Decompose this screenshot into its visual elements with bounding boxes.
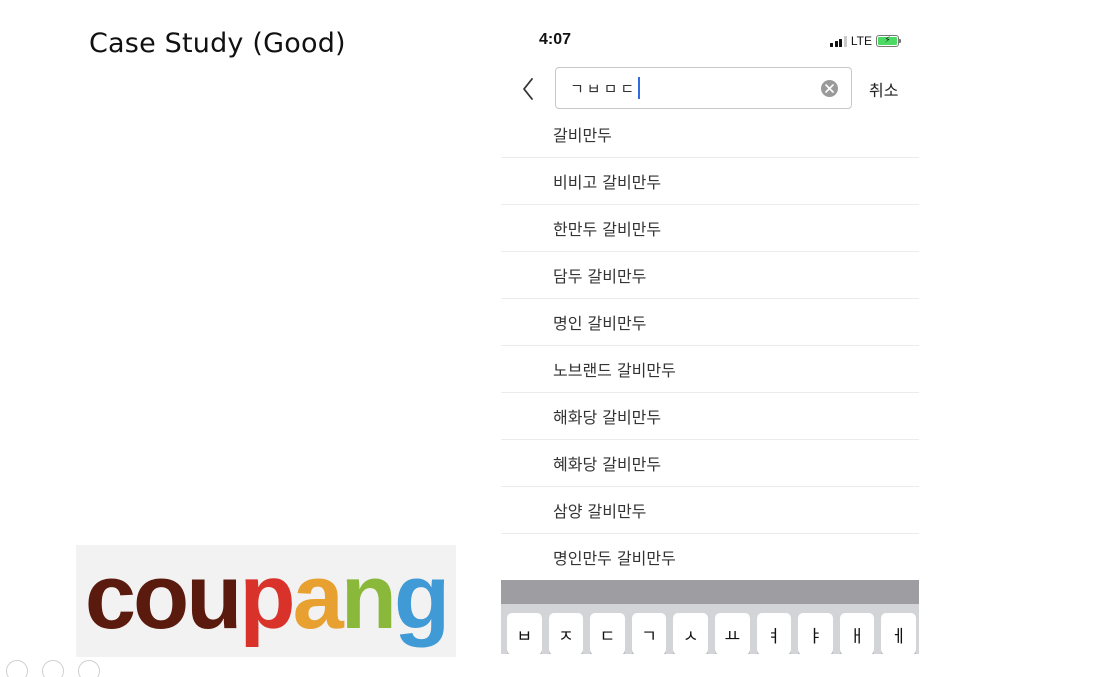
suggestion-item[interactable]: 한만두 갈비만두: [501, 205, 919, 252]
logo-letter: n: [340, 546, 397, 648]
keyboard-key[interactable]: ㅈ: [548, 613, 584, 654]
bolt-icon: ⚡: [884, 35, 891, 46]
keyboard-key[interactable]: ㅂ: [507, 613, 542, 654]
suggestion-item[interactable]: 비비고 갈비만두: [501, 158, 919, 205]
signal-icon: [830, 35, 847, 47]
chevron-left-icon: [523, 78, 533, 100]
logo-letter: c: [84, 546, 136, 648]
slide-control-dot[interactable]: [6, 660, 28, 677]
search-query: ㄱㅂㅁㄷ: [570, 79, 638, 98]
text-caret: [638, 77, 641, 99]
keyboard-row-1: ㅂㅈㄷㄱㅅㅛㅕㅑㅐㅔ: [501, 604, 919, 654]
signal-bar: [834, 40, 838, 47]
suggestion-item[interactable]: 삼양 갈비만두: [501, 487, 919, 534]
suggestion-item[interactable]: 해화당 갈비만두: [501, 393, 919, 440]
cancel-button[interactable]: 취소: [869, 77, 898, 101]
slide-controls: [6, 660, 100, 677]
keyboard-key[interactable]: ㄱ: [631, 613, 667, 654]
suggestion-item[interactable]: 담두 갈비만두: [501, 252, 919, 299]
phone-screenshot: 4:07 LTE ⚡ ㄱㅂㅁㄷ 취소 갈비만두 비비고 갈비만두 한만두 갈비만…: [501, 22, 919, 654]
logo-wordmark: coupang: [85, 551, 450, 643]
status-bar: 4:07 LTE ⚡: [501, 22, 919, 60]
suggestion-list: 갈비만두 비비고 갈비만두 한만두 갈비만두 담두 갈비만두 명인 갈비만두 노브랜드 갈…: [501, 111, 919, 581]
suggestion-item[interactable]: 명인 갈비만두: [501, 299, 919, 346]
keyboard-key[interactable]: ㅛ: [714, 613, 750, 654]
signal-bar: [830, 42, 834, 47]
clear-circle-icon: [825, 84, 834, 93]
status-indicators: LTE ⚡: [830, 34, 901, 48]
logo-letter: g: [393, 546, 450, 648]
keyboard: ㅂㅈㄷㄱㅅㅛㅕㅑㅐㅔ: [501, 580, 919, 654]
suggestion-item[interactable]: 명인만두 갈비만두: [501, 534, 919, 581]
keyboard-key[interactable]: ㅐ: [839, 613, 875, 654]
slide-title: Case Study (Good): [89, 28, 346, 59]
suggestion-item[interactable]: 노브랜드 갈비만두: [501, 346, 919, 393]
suggestion-item[interactable]: 갈비만두: [501, 111, 919, 158]
keyboard-key[interactable]: ㅔ: [881, 613, 916, 654]
keyboard-key[interactable]: ㄷ: [590, 613, 625, 654]
logo-letter: u: [186, 546, 242, 648]
slide-control-dot[interactable]: [42, 660, 64, 677]
keyboard-key[interactable]: ㅕ: [756, 613, 792, 654]
logo-letter: p: [239, 546, 295, 648]
search-header: ㄱㅂㅁㄷ 취소: [501, 66, 919, 112]
clear-search-button[interactable]: [821, 80, 838, 97]
keyboard-key[interactable]: ㅅ: [673, 613, 708, 654]
keyboard-key[interactable]: ㅑ: [798, 613, 833, 654]
battery-fill: ⚡: [878, 35, 897, 46]
signal-bar: [839, 38, 843, 47]
network-label: LTE: [850, 34, 872, 48]
keyboard-toolbar: [501, 580, 919, 604]
back-button[interactable]: [517, 74, 539, 104]
logo-letter: a: [292, 546, 344, 648]
search-field[interactable]: ㄱㅂㅁㄷ: [555, 67, 852, 109]
suggestion-item[interactable]: 혜화당 갈비만두: [501, 440, 919, 487]
status-time: 4:07: [539, 31, 572, 48]
coupang-logo: coupang: [76, 545, 456, 657]
signal-bar: [843, 35, 847, 47]
search-input[interactable]: ㄱㅂㅁㄷ: [570, 68, 810, 108]
battery-icon: ⚡: [876, 35, 901, 47]
logo-letter: o: [132, 546, 189, 648]
slide-control-dot[interactable]: [78, 660, 100, 677]
